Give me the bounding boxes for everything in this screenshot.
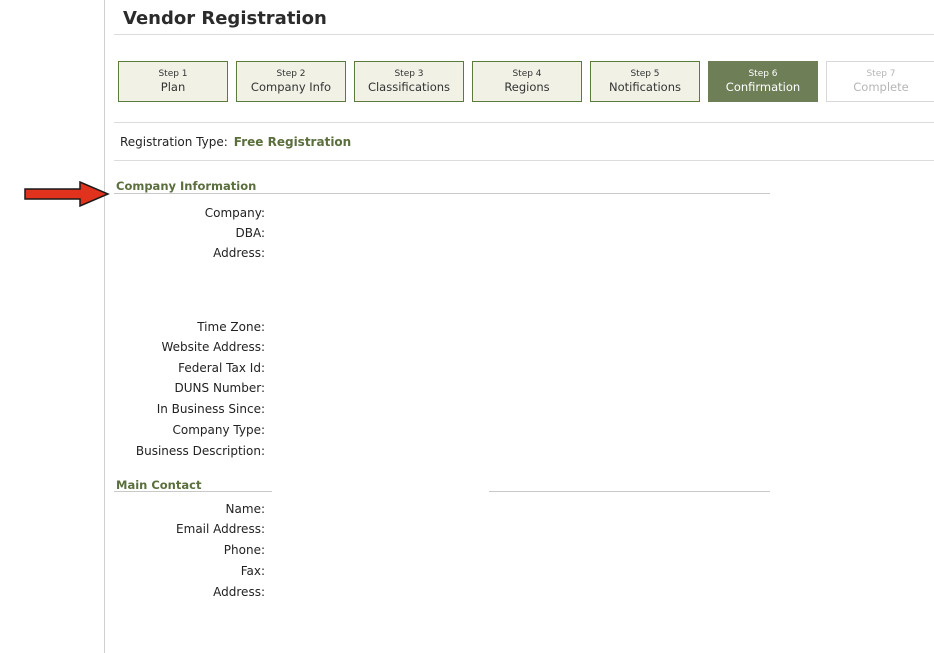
field-label-federal-tax-id: Federal Tax Id:: [178, 361, 265, 375]
field-label-in-business-since: In Business Since:: [156, 402, 265, 416]
step-number: Step 2: [276, 69, 306, 79]
step-1-plan[interactable]: Step 1 Plan: [118, 61, 228, 102]
field-label-company: Company:: [204, 206, 265, 220]
registration-type-value: Free Registration: [233, 135, 352, 149]
field-label-contact-address: Address:: [213, 585, 265, 599]
field-label-name: Name:: [225, 502, 265, 516]
step-number: Step 6: [748, 69, 778, 79]
field-label-fax: Fax:: [240, 564, 265, 578]
step-4-regions[interactable]: Step 4 Regions: [472, 61, 582, 102]
step-number: Step 3: [394, 69, 424, 79]
section-divider: [114, 193, 770, 194]
field-label-dba: DBA:: [235, 226, 265, 240]
step-label: Plan: [160, 80, 186, 94]
section-title-company-information: Company Information: [116, 179, 257, 193]
field-label-email-address: Email Address:: [176, 522, 265, 536]
step-7-complete: Step 7 Complete: [826, 61, 934, 102]
step-number: Step 5: [630, 69, 660, 79]
step-6-confirmation[interactable]: Step 6 Confirmation: [708, 61, 818, 102]
step-5-notifications[interactable]: Step 5 Notifications: [590, 61, 700, 102]
field-label-address: Address:: [213, 246, 265, 260]
section-divider: [489, 491, 770, 492]
step-label: Confirmation: [725, 80, 801, 94]
step-number: Step 7: [866, 69, 896, 79]
section-title-main-contact: Main Contact: [116, 478, 202, 492]
field-label-business-description: Business Description:: [135, 444, 265, 458]
step-label: Company Info: [250, 80, 332, 94]
field-label-duns-number: DUNS Number:: [174, 381, 265, 395]
field-label-phone: Phone:: [223, 543, 265, 557]
step-number: Step 4: [512, 69, 542, 79]
divider: [114, 122, 934, 123]
divider: [114, 160, 934, 161]
step-label: Notifications: [609, 80, 681, 94]
red-arrow-icon: [24, 180, 110, 208]
title-divider: [114, 34, 934, 35]
registration-type-label: Registration Type:: [120, 135, 228, 149]
step-label: Complete: [853, 80, 909, 94]
field-label-company-type: Company Type:: [172, 423, 265, 437]
step-label: Classifications: [367, 80, 451, 94]
step-2-company-info[interactable]: Step 2 Company Info: [236, 61, 346, 102]
field-label-website-address: Website Address:: [161, 340, 265, 354]
step-3-classifications[interactable]: Step 3 Classifications: [354, 61, 464, 102]
section-divider: [114, 491, 272, 492]
step-number: Step 1: [158, 69, 188, 79]
registration-type: Registration Type: Free Registration: [120, 135, 351, 149]
page-title: Vendor Registration: [123, 8, 327, 29]
field-label-time-zone: Time Zone:: [197, 320, 265, 334]
step-label: Regions: [504, 80, 550, 94]
